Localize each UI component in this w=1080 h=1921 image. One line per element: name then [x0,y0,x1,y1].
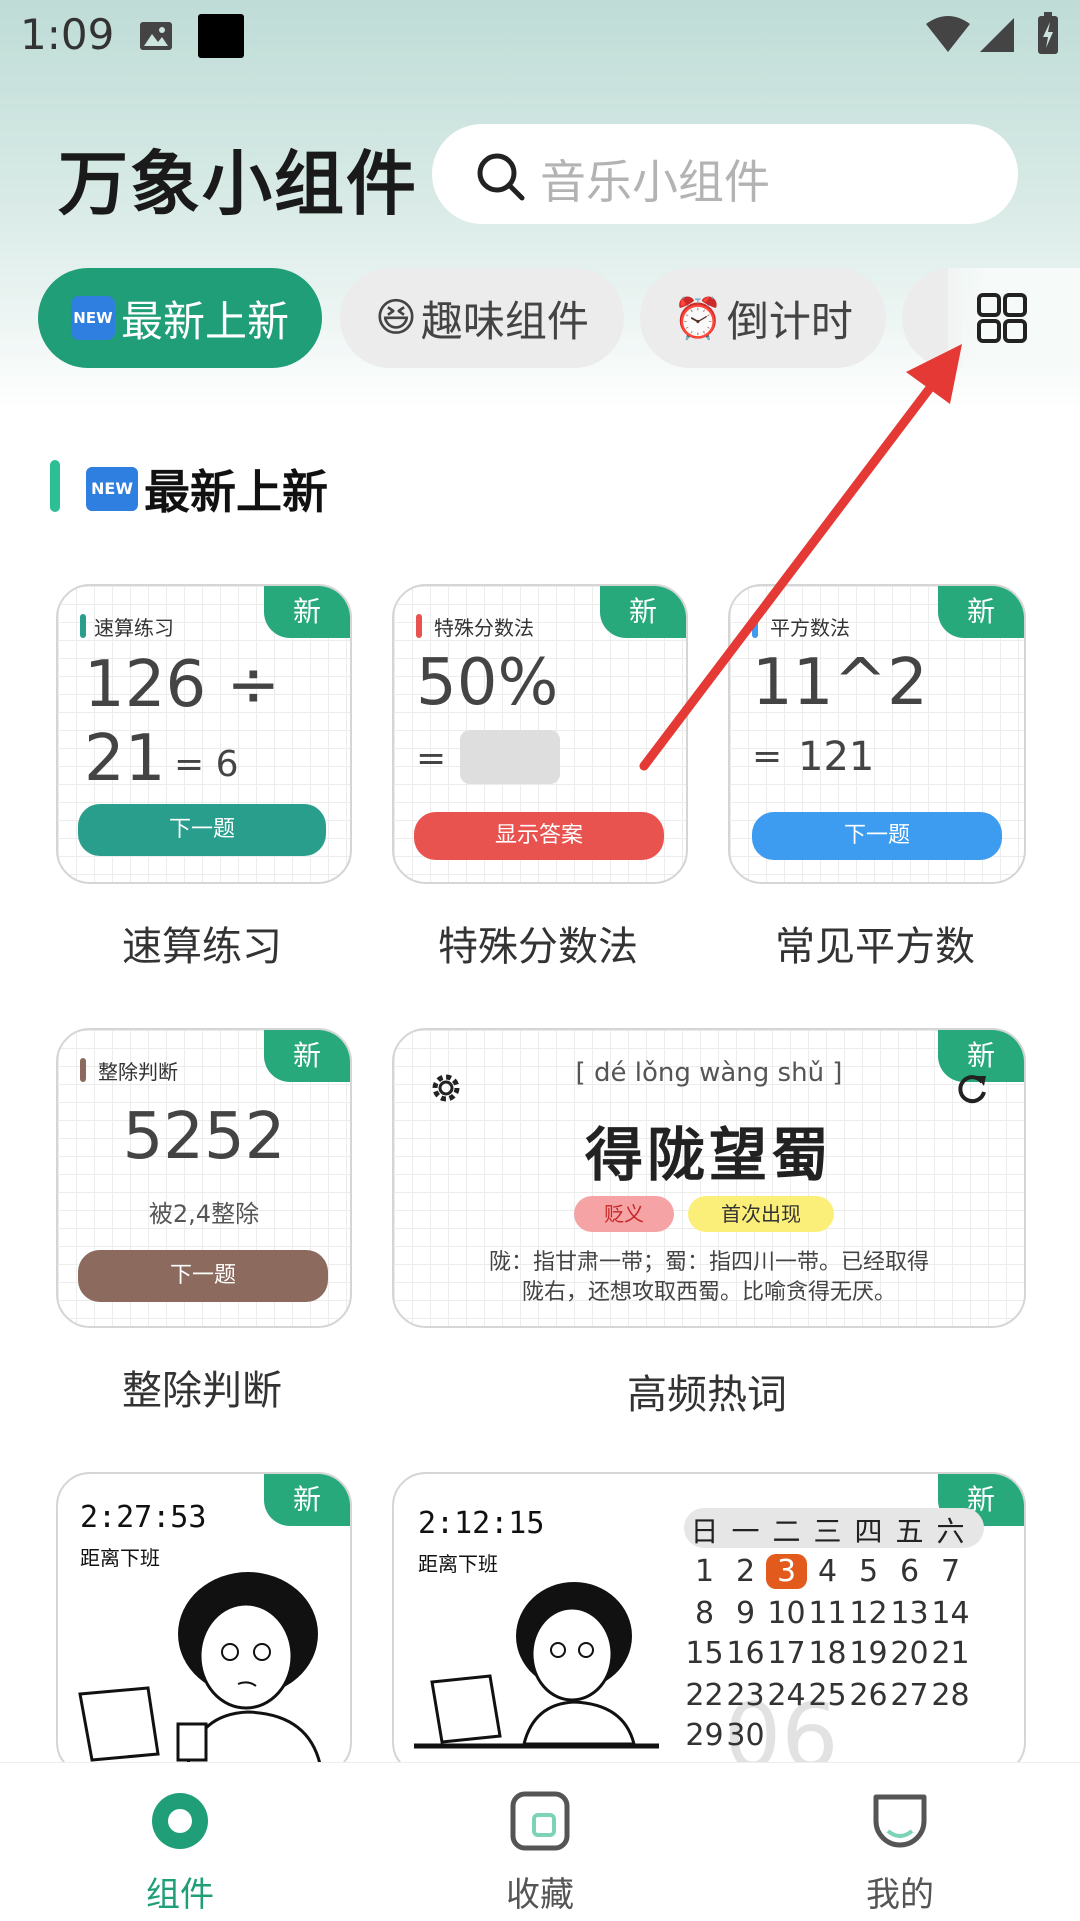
tag-first-appearance: 首次出现 [688,1196,834,1232]
tired-girl-illustration [58,1564,350,1774]
widget-off-work-calendar[interactable]: 新 2:12:15 距离下班 06 日一二三四五六 1234567 8 9 1011… [392,1472,1026,1776]
next-button[interactable]: 下一题 [78,1250,328,1302]
label-accent [80,1058,86,1082]
nav-widgets-label: 组件 [146,1875,214,1915]
widgets-icon [150,1791,210,1855]
weekday: 三 [813,1515,842,1548]
hint-text: 被2,4整除 [148,1200,260,1228]
calendar-day: 25 [808,1678,847,1713]
favorites-icon [510,1791,570,1855]
widget-caption: 特殊分数法 [438,924,638,970]
calendar-week-row: 15161718192021 [684,1636,1004,1671]
widget-off-work-countdown[interactable]: 新 2:27:53 距离下班 [56,1472,352,1776]
calendar-day: 22 [685,1678,724,1713]
calendar-day: 11 [808,1596,847,1631]
weekday-row: 日一二三四五六 [684,1510,1004,1550]
calendar-day: 5 [858,1554,879,1589]
annotation-arrow [0,0,1080,904]
bottom-navigation: 组件 收藏 我的 [0,1762,1080,1921]
weekday: 一 [731,1515,760,1548]
calendar-day: 20 [890,1636,929,1671]
calendar-day: 27 [890,1678,929,1713]
widget-divisibility[interactable]: 新 整除判断 5252 被2,4整除 下一题 [56,1028,352,1328]
widget-label: 整除判断 [98,1060,178,1084]
calendar-day: 12 [849,1596,888,1631]
calendar-day: 10 [767,1596,806,1631]
calendar-day: 15 [685,1636,724,1671]
weekday: 六 [936,1515,965,1548]
explanation-line-2: 陇右，还想攻取西蜀。比喻贪得无厌。 [521,1280,896,1305]
calendar-week-row: 1234567 [684,1554,1004,1589]
pinyin-text: [ dé lǒng wàng shǔ ] [575,1058,843,1088]
calendar-day: 17 [767,1636,806,1671]
calendar-week-row: 22232425262728 [684,1678,1004,1713]
weekday: 四 [854,1515,883,1548]
explanation-line-1: 陇：指甘肃一带；蜀：指四川一带。已经取得 [488,1250,929,1275]
calendar-day: 8 [694,1596,715,1631]
calendar-day: 26 [849,1678,888,1713]
calendar-day: 29 [685,1718,724,1753]
calendar-week-row: 2930 [684,1718,1004,1753]
nav-profile-label: 我的 [866,1875,934,1915]
weekday: 二 [772,1515,801,1548]
calendar-day: 7 [940,1554,961,1589]
profile-icon [870,1791,930,1855]
new-badge: 新 [264,1030,350,1082]
widget-caption: 常见平方数 [775,924,975,970]
calendar-day: 14 [931,1596,970,1631]
calendar-day: 28 [931,1678,970,1713]
nav-favorites-label: 收藏 [506,1875,574,1915]
calendar-day: 23 [726,1678,765,1713]
tired-girl-illustration [414,1564,674,1768]
calendar-day: 1 [694,1554,715,1589]
weekday: 日 [690,1515,719,1548]
number-text: 5252 [122,1100,286,1174]
calendar-day-today: 3 [766,1554,807,1589]
calendar-day: 2 [735,1554,756,1589]
countdown-time: 2:27:53 [80,1500,207,1535]
countdown-time: 2:12:15 [418,1506,545,1541]
calendar-day: 21 [931,1636,970,1671]
widget-caption: 速算练习 [122,924,282,970]
calendar-day: 6 [899,1554,920,1589]
widget-caption: 整除判断 [122,1368,282,1414]
calendar-day: 13 [890,1596,929,1631]
tag-derogatory: 贬义 [574,1196,674,1232]
weekday: 五 [895,1515,924,1548]
idiom-word: 得陇望蜀 [584,1121,833,1189]
widget-hot-words[interactable]: 新 [ dé lǒng wàng shǔ ] 得陇望蜀 贬义 首次出现 陇：指甘… [392,1028,1026,1328]
calendar-day: 30 [726,1718,765,1753]
new-badge: 新 [264,1474,350,1526]
calendar-day: 4 [817,1554,838,1589]
calendar-day: 16 [726,1636,765,1671]
calendar-day: 19 [849,1636,888,1671]
widget-caption: 高频热词 [627,1372,787,1418]
calendar-day: 18 [808,1636,847,1671]
calendar-day: 24 [767,1678,806,1713]
calendar-week-row: 8 9 1011121314 [684,1596,1004,1631]
calendar-day: 9 [735,1596,756,1631]
